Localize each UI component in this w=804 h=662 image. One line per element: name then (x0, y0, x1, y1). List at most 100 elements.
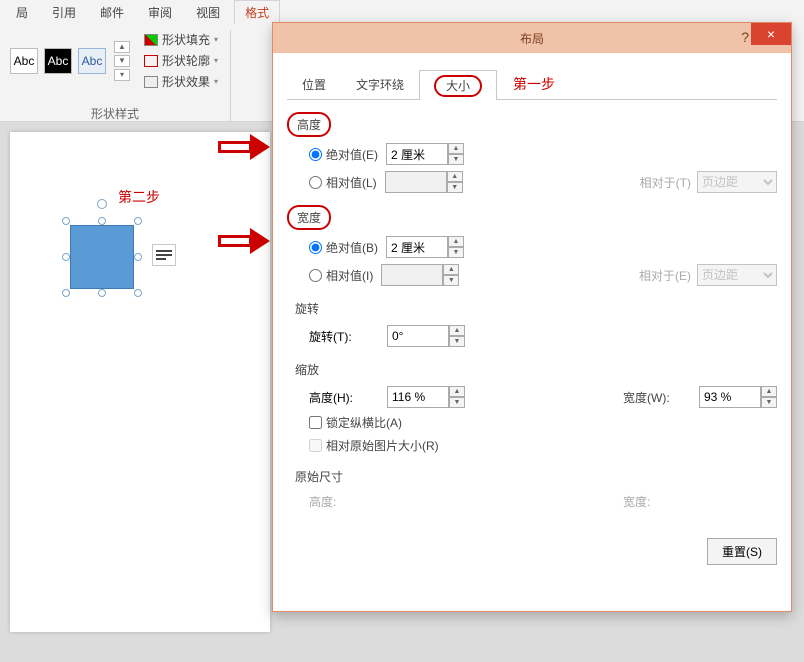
height-absolute-input[interactable] (386, 143, 448, 165)
spin-up-icon[interactable]: ▲ (447, 171, 463, 182)
width-title: 宽度 (287, 205, 331, 230)
spin-down-icon[interactable]: ▼ (447, 182, 463, 193)
scale-height-label: 高度(H): (309, 389, 379, 406)
ribbon-tab-view[interactable]: 视图 (186, 1, 230, 24)
layout-dialog: 布局 ? × 位置 文字环绕 大小 第一步 高度 绝对值(E) ▲▼ 相对值(L… (272, 22, 792, 612)
style-preset-3[interactable]: Abc (78, 48, 106, 74)
height-absolute-radio[interactable] (309, 148, 322, 161)
rotate-title: 旋转 (287, 298, 327, 319)
spin-down-icon[interactable]: ▼ (448, 154, 464, 165)
height-relative-spin: ▲▼ (385, 171, 463, 193)
shape-styles-group: Abc Abc Abc ▲ ▼ ▾ 形状填充 ▾ 形状轮廓 ▾ 形状效果 ▾ 形… (6, 30, 231, 124)
resize-handle-e[interactable] (134, 253, 142, 261)
spin-up-icon[interactable]: ▲ (448, 143, 464, 154)
step1-annotation: 第一步 (513, 74, 555, 94)
width-relative-to-select[interactable]: 页边距 (697, 264, 777, 286)
spin-up-icon[interactable]: ▲ (449, 386, 465, 397)
close-button[interactable]: × (751, 23, 791, 45)
ribbon-tab-mail[interactable]: 邮件 (90, 1, 134, 24)
rotate-label: 旋转(T): (309, 328, 379, 345)
rotate-spin: ▲▼ (387, 325, 465, 347)
spin-down-icon[interactable]: ▼ (448, 247, 464, 258)
tab-text-wrap[interactable]: 文字环绕 (341, 69, 419, 99)
ribbon-tab-layout[interactable]: 局 (6, 1, 38, 24)
spin-down-icon[interactable]: ▼ (761, 397, 777, 408)
spin-up-icon[interactable]: ▲ (449, 325, 465, 336)
pen-icon (144, 55, 158, 67)
style-preset-2[interactable]: Abc (44, 48, 72, 74)
scale-width-label: 宽度(W): (623, 389, 693, 406)
step2-annotation: 第二步 (118, 187, 160, 207)
shape-outline-button[interactable]: 形状轮廓 ▾ (142, 51, 220, 70)
relative-original-checkbox (309, 439, 322, 452)
tab-position[interactable]: 位置 (287, 69, 341, 99)
selected-shape[interactable] (62, 217, 142, 297)
lock-aspect-checkbox[interactable] (309, 416, 322, 429)
width-absolute-spin: ▲▼ (386, 236, 464, 258)
height-relative-radio-label[interactable]: 相对值(L) (309, 174, 377, 191)
reset-button[interactable]: 重置(S) (707, 538, 777, 565)
resize-handle-s[interactable] (98, 289, 106, 297)
shape-effects-button[interactable]: 形状效果 ▾ (142, 72, 220, 91)
spin-up-icon[interactable]: ▲ (443, 264, 459, 275)
height-section: 高度 绝对值(E) ▲▼ 相对值(L) ▲▼ 相对于(T) 页边距 (287, 112, 777, 193)
height-relative-to-label: 相对于(T) (640, 174, 691, 191)
width-absolute-radio-label[interactable]: 绝对值(B) (309, 239, 378, 256)
scale-title: 缩放 (287, 359, 327, 380)
tab-size[interactable]: 大小 (419, 70, 497, 100)
rotate-input[interactable] (387, 325, 449, 347)
effects-icon (144, 76, 158, 88)
style-gallery-expand-icon[interactable]: ▾ (114, 69, 130, 81)
resize-handle-sw[interactable] (62, 289, 70, 297)
spin-down-icon[interactable]: ▼ (443, 275, 459, 286)
ribbon-tab-review[interactable]: 审阅 (138, 1, 182, 24)
style-preset-1[interactable]: Abc (10, 48, 38, 74)
layout-options-icon[interactable] (152, 244, 176, 266)
spin-up-icon[interactable]: ▲ (448, 236, 464, 247)
scale-width-spin: ▲▼ (699, 386, 777, 408)
arrow-annotation-2 (218, 230, 272, 252)
help-button[interactable]: ? (741, 29, 749, 45)
shape-fill-button[interactable]: 形状填充 ▾ (142, 30, 220, 49)
width-relative-spin: ▲▼ (381, 264, 459, 286)
dialog-titlebar[interactable]: 布局 ? × (273, 23, 791, 53)
dialog-body: 位置 文字环绕 大小 第一步 高度 绝对值(E) ▲▼ 相对值(L) ▲▼ (273, 53, 791, 581)
ribbon-tab-references[interactable]: 引用 (42, 1, 86, 24)
lock-aspect-checkbox-label[interactable]: 锁定纵横比(A) (309, 414, 402, 431)
original-size-title: 原始尺寸 (287, 466, 351, 487)
scale-width-input[interactable] (699, 386, 761, 408)
height-relative-radio[interactable] (309, 176, 322, 189)
scale-height-input[interactable] (387, 386, 449, 408)
resize-handle-n[interactable] (98, 217, 106, 225)
page[interactable]: 第二步 (10, 132, 270, 632)
height-absolute-spin: ▲▼ (386, 143, 464, 165)
width-absolute-input[interactable] (386, 236, 448, 258)
width-section: 宽度 绝对值(B) ▲▼ 相对值(I) ▲▼ 相对于(E) 页边距 (287, 205, 777, 286)
style-scroll-down-icon[interactable]: ▼ (114, 55, 130, 67)
height-relative-to-select[interactable]: 页边距 (697, 171, 777, 193)
width-absolute-radio[interactable] (309, 241, 322, 254)
rotation-handle-icon[interactable] (97, 199, 107, 209)
resize-handle-nw[interactable] (62, 217, 70, 225)
rectangle-shape[interactable] (70, 225, 134, 289)
resize-handle-ne[interactable] (134, 217, 142, 225)
width-relative-radio[interactable] (309, 269, 322, 282)
width-relative-input[interactable] (381, 264, 443, 286)
resize-handle-w[interactable] (62, 253, 70, 261)
height-relative-input[interactable] (385, 171, 447, 193)
width-relative-radio-label[interactable]: 相对值(I) (309, 267, 373, 284)
height-title: 高度 (287, 112, 331, 137)
spin-down-icon[interactable]: ▼ (449, 336, 465, 347)
style-gallery-nav: ▲ ▼ ▾ (114, 41, 130, 81)
arrow-annotation-1 (218, 136, 272, 158)
paint-bucket-icon (144, 34, 158, 46)
resize-handle-se[interactable] (134, 289, 142, 297)
ribbon-tab-format[interactable]: 格式 (234, 0, 280, 24)
original-height-label: 高度: (309, 493, 379, 510)
style-scroll-up-icon[interactable]: ▲ (114, 41, 130, 53)
height-absolute-radio-label[interactable]: 绝对值(E) (309, 146, 378, 163)
dialog-tabs: 位置 文字环绕 大小 第一步 (287, 69, 777, 100)
ribbon-tabs: 局 引用 邮件 审阅 视图 格式 (0, 0, 804, 24)
spin-down-icon[interactable]: ▼ (449, 397, 465, 408)
spin-up-icon[interactable]: ▲ (761, 386, 777, 397)
